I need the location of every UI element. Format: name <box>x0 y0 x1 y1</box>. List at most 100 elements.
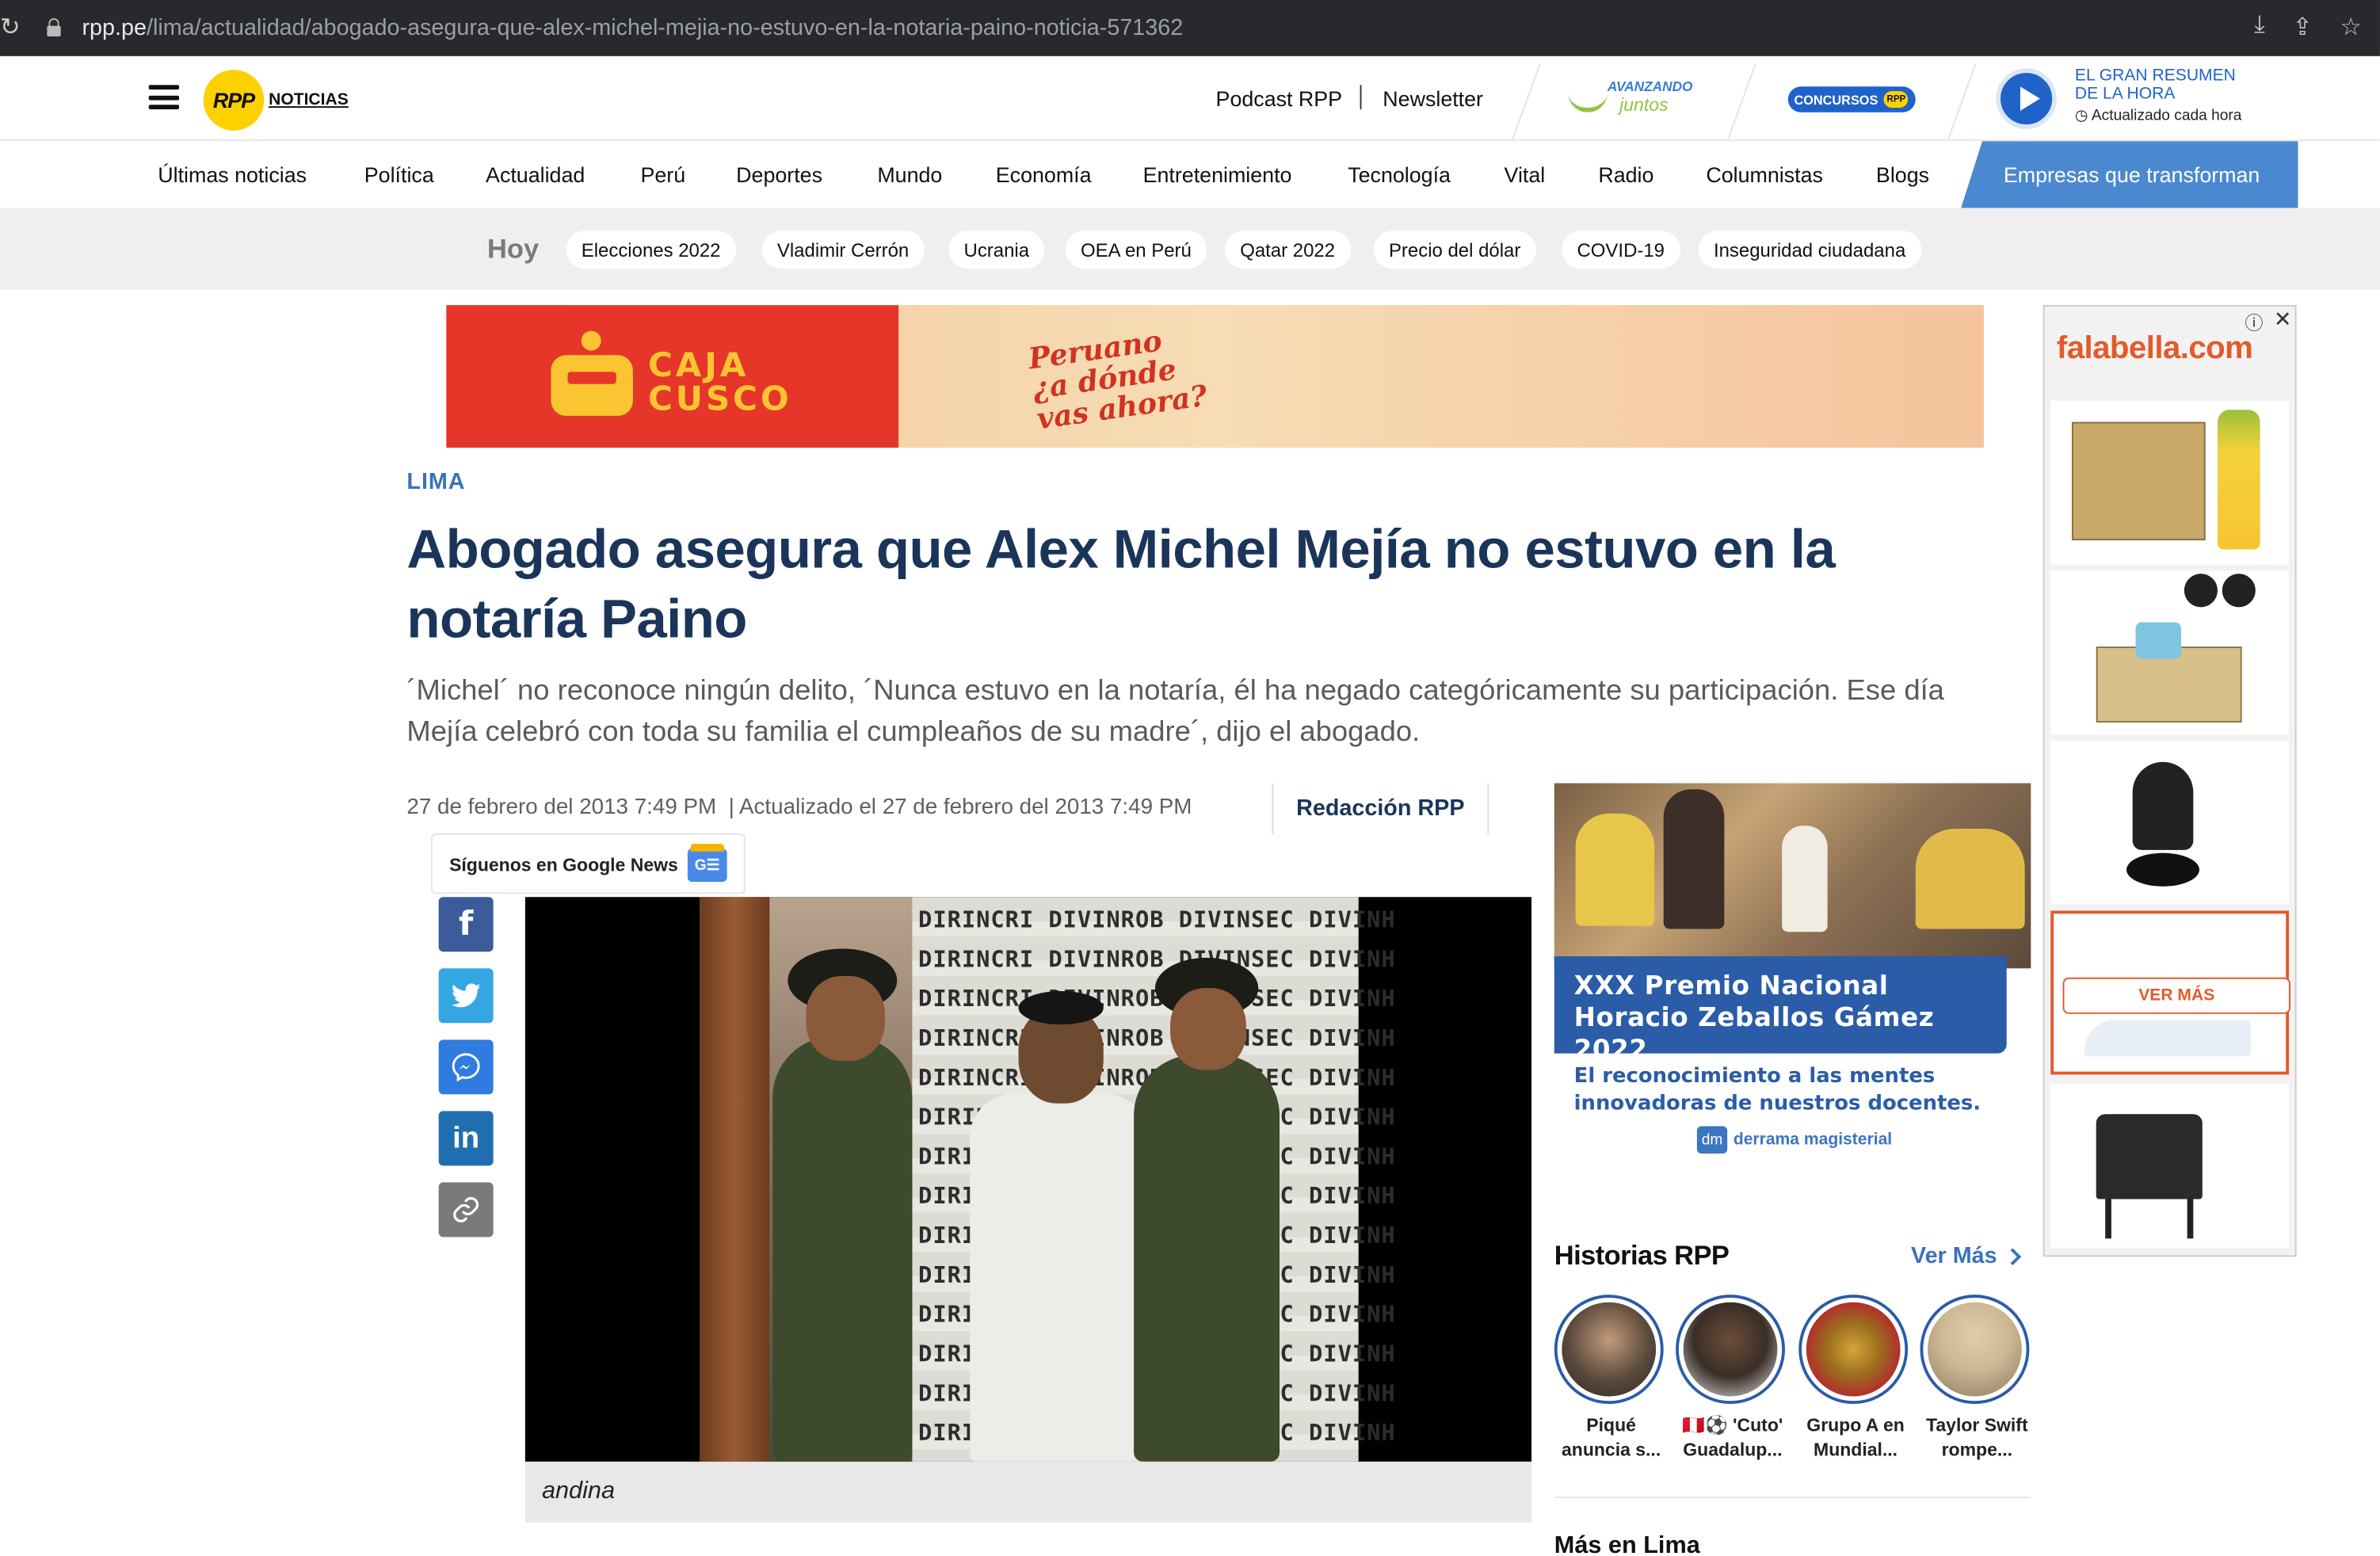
menu-icon[interactable] <box>148 85 180 109</box>
copy-link-icon[interactable] <box>438 1182 494 1238</box>
facebook-share-icon[interactable]: f <box>438 897 494 952</box>
story-item[interactable]: 🇵🇪⚽ 'Cuto' Guadalup... <box>1676 1295 1790 1462</box>
avanzando-text: AVANZANDO <box>1607 78 1693 94</box>
main-nav: Últimas noticias Política Actualidad Per… <box>0 141 2380 208</box>
product-card-ver-mas[interactable]: VER MÁS <box>2050 910 2290 1075</box>
product-card[interactable] <box>2050 740 2290 905</box>
concursos-badge: RPP <box>1884 90 1909 109</box>
google-news-label: Síguenos en Google News <box>449 854 678 876</box>
ver-mas-button[interactable]: VER MÁS <box>2062 977 2290 1014</box>
play-icon[interactable] <box>1996 68 2057 129</box>
story-avatar <box>1676 1295 1785 1405</box>
article-headline: Abogado asegura que Alex Michel Mejía no… <box>406 517 1836 650</box>
avanzando-juntos-logo[interactable]: AVANZANDO juntos <box>1565 79 1695 119</box>
nav-item-blogs[interactable]: Blogs <box>1876 162 1929 187</box>
story-item[interactable]: Piqué anuncia s... <box>1554 1295 1669 1462</box>
publish-date: 27 de febrero del 2013 7:49 PM <box>406 795 717 820</box>
twitter-share-icon[interactable] <box>438 968 494 1024</box>
story-avatar <box>1554 1295 1664 1405</box>
trending-tag[interactable]: OEA en Perú <box>1065 231 1207 269</box>
mas-en-lima-heading: Más en Lima <box>1554 1532 1700 1556</box>
share-icon[interactable]: ⇪ <box>2292 12 2313 42</box>
resumen-update: ◷ Actualizado cada hora <box>2074 108 2242 125</box>
photo-face <box>806 975 885 1062</box>
product-card[interactable] <box>2050 400 2290 565</box>
google-news-button[interactable]: Síguenos en Google News G☰ <box>431 833 746 894</box>
install-icon[interactable]: ⤓ <box>2254 12 2265 42</box>
nav-item-vital[interactable]: Vital <box>1505 162 1546 187</box>
ad-close-icon[interactable]: ✕ <box>2274 307 2291 333</box>
newsletter-link[interactable]: Newsletter <box>1383 86 1483 111</box>
story-avatar <box>1920 1295 2030 1405</box>
caja-cusco-logo-icon <box>551 330 633 416</box>
divider <box>1272 783 1274 835</box>
story-avatar <box>1798 1295 1909 1405</box>
rpp-logo-word: NOTICIAS <box>269 90 349 109</box>
falabella-sidebar-ad[interactable]: ⓘ ✕ falabella.com VER MÁS <box>2042 305 2297 1257</box>
concursos-button[interactable]: CONCURSOS RPP <box>1787 86 1916 113</box>
rpp-logo-circle: RPP <box>203 70 265 131</box>
product-card[interactable] <box>2050 1083 2290 1248</box>
grill-leg <box>2105 1199 2111 1239</box>
promo-title: XXX Premio Nacional Horacio Zeballos Gám… <box>1554 955 2007 1066</box>
article-photo: DIRINCRI DIVINROB DIVINSEC DIVINH DIRINC… <box>524 897 1532 1462</box>
nav-item-ultimas-noticias[interactable]: Últimas noticias <box>158 162 307 187</box>
story-label: 🇵🇪⚽ 'Cuto' Guadalup... <box>1682 1414 1783 1460</box>
nav-item-empresas[interactable]: Empresas que transforman <box>1961 141 2298 208</box>
warning-seal-icon <box>2222 574 2256 608</box>
nav-item-columnistas[interactable]: Columnistas <box>1706 162 1823 187</box>
photo-scene: DIRINCRI DIVINROB DIVINSEC DIVINH DIRINC… <box>700 897 1395 1462</box>
product-bottle-image <box>2217 410 2260 550</box>
article-summary: ´Michel´ no reconoce ningún delito, ´Nun… <box>406 675 1944 748</box>
nav-item-politica[interactable]: Política <box>364 162 434 187</box>
story-item[interactable]: Grupo A en Mundial... <box>1798 1295 1913 1462</box>
nav-item-deportes[interactable]: Deportes <box>736 162 822 187</box>
nav-item-radio[interactable]: Radio <box>1598 162 1653 187</box>
resumen-title: EL GRAN RESUMEN DE LA HORA <box>2074 67 2236 104</box>
photo-hair <box>1018 991 1104 1025</box>
grill-leg <box>2187 1199 2194 1239</box>
podcast-link[interactable]: Podcast RPP <box>1216 86 1343 111</box>
trending-tag[interactable]: COVID-19 <box>1562 231 1680 269</box>
divider <box>1360 85 1362 109</box>
linkedin-share-icon[interactable]: in <box>438 1111 494 1166</box>
trending-tag[interactable]: Ucrania <box>948 231 1045 269</box>
story-label: Grupo A en Mundial... <box>1806 1414 1905 1460</box>
rpp-logo[interactable]: RPP NOTICIAS <box>203 70 349 131</box>
story-label: Taylor Swift rompe... <box>1926 1414 2028 1460</box>
photo-soldier-left <box>772 1036 913 1462</box>
hoy-label: Hoy <box>486 234 540 265</box>
product-card[interactable] <box>2050 570 2290 735</box>
trending-tag[interactable]: Elecciones 2022 <box>566 231 736 269</box>
trending-tag[interactable]: Vladimir Cerrón <box>761 231 925 269</box>
derrama-logo: dm derrama magisterial <box>1696 1126 1892 1154</box>
resumen-link[interactable]: EL GRAN RESUMEN DE LA HORA ◷ Actualizado… <box>2075 67 2242 124</box>
nav-item-mundo[interactable]: Mundo <box>877 162 942 187</box>
photo-soldier-right <box>1134 1054 1280 1462</box>
trending-tag[interactable]: Qatar 2022 <box>1225 231 1351 269</box>
url-field[interactable]: rpp.pe/lima/actualidad/abogado-asegura-q… <box>82 15 1183 41</box>
reload-icon[interactable]: ↻ <box>0 12 21 42</box>
divider <box>1511 63 1541 140</box>
nav-item-tecnologia[interactable]: Tecnología <box>1348 162 1451 187</box>
story-item[interactable]: Taylor Swift rompe... <box>1920 1295 2034 1462</box>
derrama-promo-ad[interactable]: XXX Premio Nacional Horacio Zeballos Gám… <box>1554 783 2031 1163</box>
messenger-share-icon[interactable] <box>438 1039 494 1095</box>
divider <box>1726 63 1756 140</box>
author-link[interactable]: Redacción RPP <box>1296 795 1464 822</box>
falabella-logo: falabella.com <box>2056 330 2253 366</box>
section-label[interactable]: LIMA <box>406 469 465 495</box>
nav-item-entretenimiento[interactable]: Entretenimiento <box>1143 162 1292 187</box>
nav-item-economia[interactable]: Economía <box>996 162 1092 187</box>
lock-icon[interactable] <box>47 17 61 36</box>
nav-item-actualidad[interactable]: Actualidad <box>486 162 585 187</box>
caja-cusco-banner-ad[interactable]: CAJA CUSCO Peruano ¿a dónde vas ahora? <box>446 305 1984 448</box>
bookmark-star-icon[interactable]: ☆ <box>2340 12 2362 42</box>
story-label: Piqué anuncia s... <box>1561 1414 1661 1460</box>
trending-tag[interactable]: Inseguridad ciudadana <box>1698 231 1921 269</box>
trending-bar: Hoy Elecciones 2022 Vladimir Cerrón Ucra… <box>0 208 2380 290</box>
nav-item-peru[interactable]: Perú <box>640 162 685 187</box>
trending-tag[interactable]: Precio del dólar <box>1373 231 1536 269</box>
wall-text: DIRINCRI DIVINROB DIVINSEC DIVINH <box>918 945 1396 974</box>
historias-ver-mas-link[interactable]: Ver Más <box>1911 1243 2021 1269</box>
